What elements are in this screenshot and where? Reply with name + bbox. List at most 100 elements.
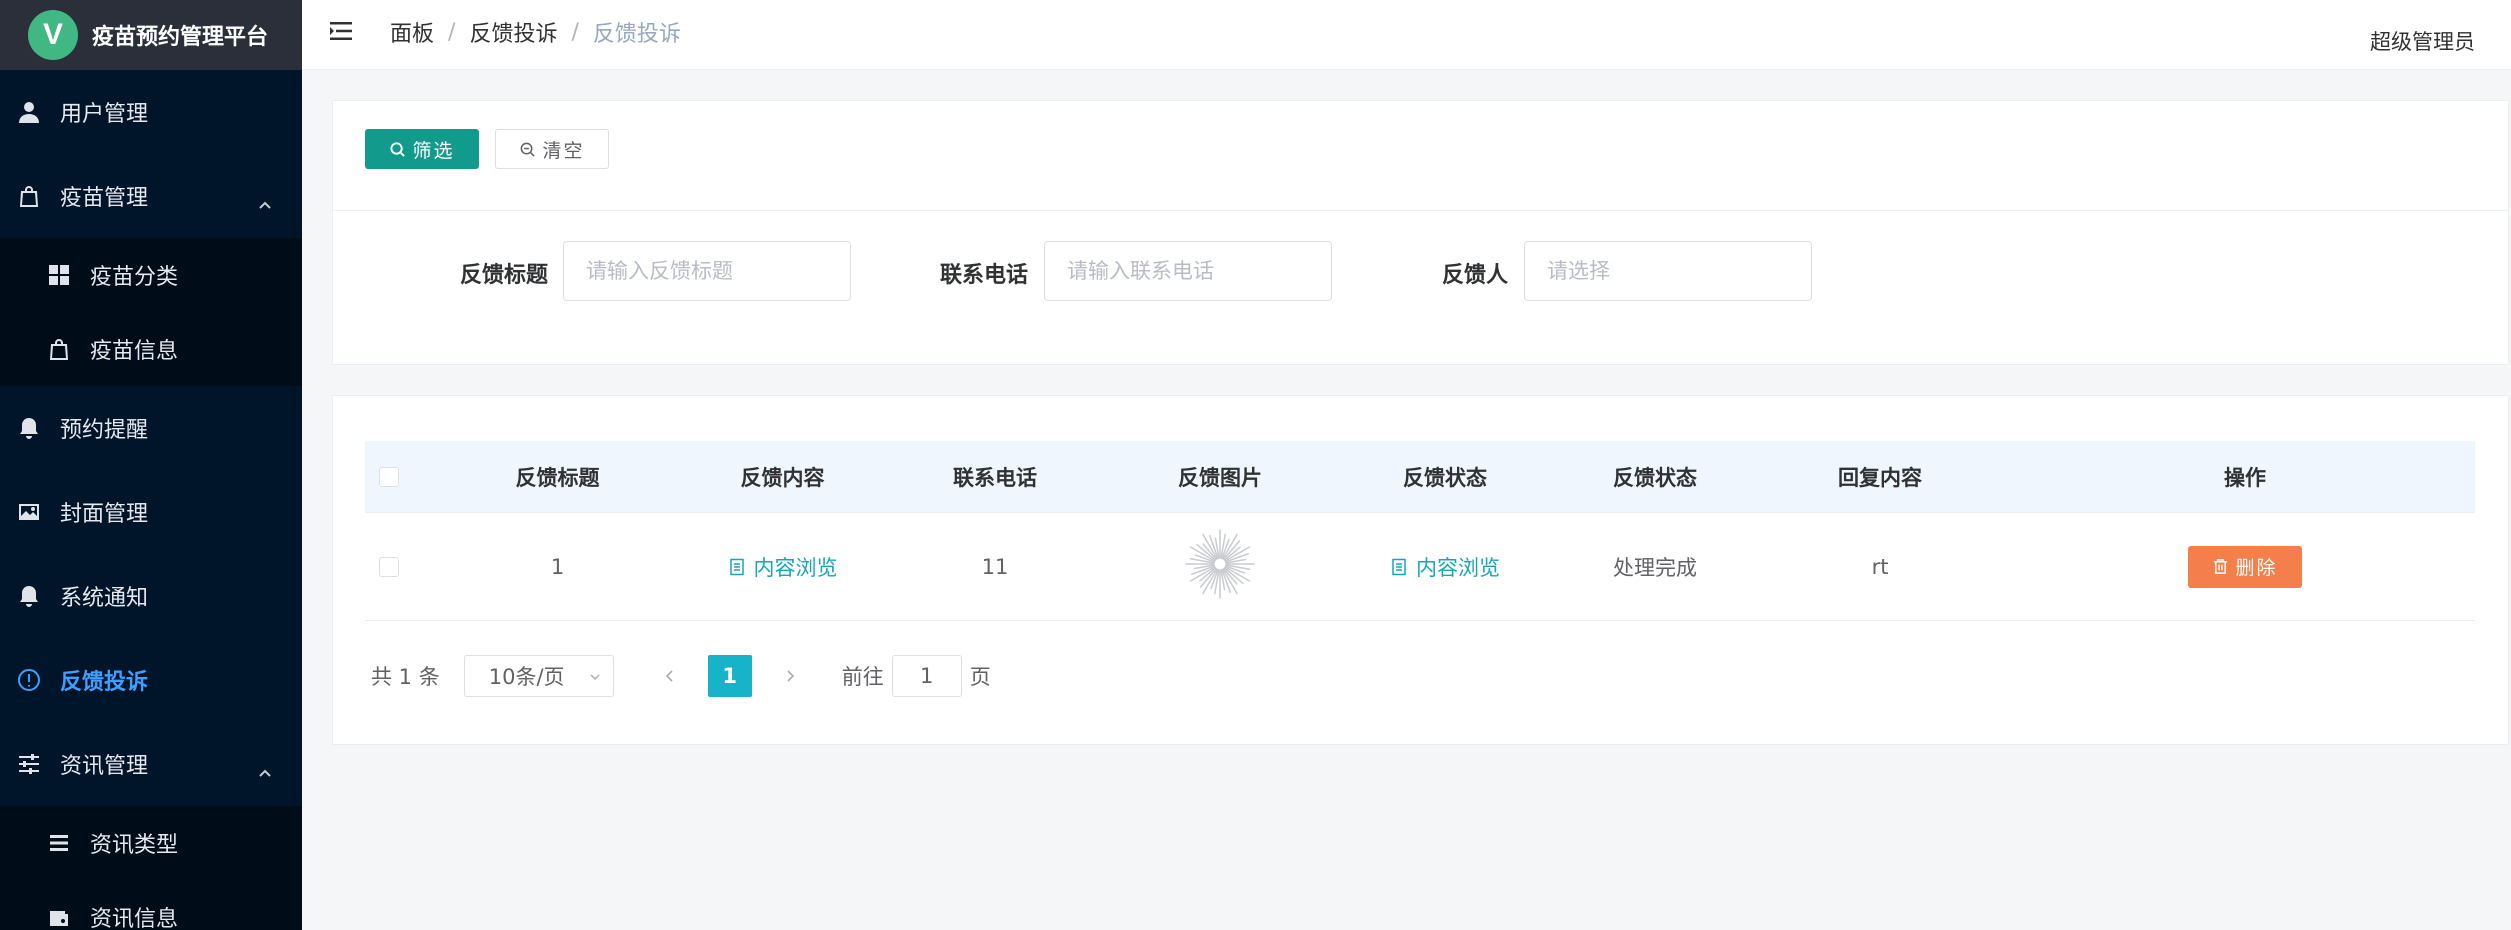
list-icon (46, 830, 72, 856)
cell-content: 内容浏览 (690, 513, 875, 620)
select-all-checkbox[interactable] (379, 466, 399, 487)
sidebar-item-system-notice[interactable]: 系统通知 (0, 554, 302, 638)
row-checkbox-cell (365, 513, 425, 620)
sidebar-item-label: 资讯管理 (60, 754, 149, 779)
cell-phone: 11 (981, 554, 1009, 579)
breadcrumb-separator: / (448, 19, 456, 45)
picture-icon (16, 499, 42, 525)
sidebar-item-label: 疫苗分类 (90, 265, 179, 290)
breadcrumb-item-dashboard[interactable]: 面板 (390, 16, 434, 48)
filter-button-label: 筛选 (412, 140, 455, 162)
pagination: 共 1 条 10条/页 1 前往 页 (371, 654, 991, 698)
column-header: 反馈图片 (1178, 465, 1262, 490)
content-view-label: 内容浏览 (753, 555, 838, 580)
chevron-left-icon (665, 670, 673, 682)
page-number-current[interactable]: 1 (707, 655, 752, 697)
cell-operations: 删除 (2015, 513, 2475, 620)
sidebar-item-feedback[interactable]: 反馈投诉 (0, 638, 302, 722)
main-content: 筛选 清空 反馈标题 联系电话 反馈人 反馈标题 反馈内容 联系电话 (302, 70, 2511, 930)
wallet-icon (46, 904, 72, 930)
breadcrumb-item-current: 反馈投诉 (592, 22, 681, 47)
top-header: 面板 / 反馈投诉 / 反馈投诉 超级管理员 (302, 0, 2511, 70)
submenu-news: 资讯类型 资讯信息 (0, 806, 302, 930)
sidebar-item-appointment-reminder[interactable]: 预约提醒 (0, 386, 302, 470)
document-icon (729, 558, 744, 575)
table-header: 反馈标题 反馈内容 联系电话 反馈图片 反馈状态 反馈状态 回复内容 操作 (365, 441, 2475, 513)
cell-state-link: 内容浏览 (1325, 513, 1565, 620)
sidebar-item-news-info[interactable]: 资讯信息 (0, 880, 302, 930)
breadcrumb-item-feedback[interactable]: 反馈投诉 (469, 16, 557, 48)
sidebar-item-news-management[interactable]: 资讯管理 (0, 722, 302, 806)
delete-button[interactable]: 删除 (2188, 545, 2302, 588)
state-view-link[interactable]: 内容浏览 (1390, 552, 1500, 582)
bell-icon (16, 583, 42, 609)
sidebar-item-label: 疫苗管理 (60, 186, 149, 211)
sidebar-item-label: 疫苗信息 (90, 339, 179, 364)
bag-icon (16, 183, 42, 209)
column-header: 反馈状态 (1613, 465, 1697, 490)
clear-button-label: 清空 (542, 140, 585, 162)
contact-phone-input[interactable] (1044, 241, 1332, 301)
chevron-right-icon (787, 670, 794, 682)
header-checkbox-cell (365, 441, 425, 512)
pagination-total: 共 1 条 (371, 665, 440, 689)
cell-state-text: 处理完成 (1613, 555, 1697, 580)
sidebar-item-cover-management[interactable]: 封面管理 (0, 470, 302, 554)
delete-button-label: 删除 (2235, 558, 2278, 579)
user-menu[interactable]: 超级管理员 (2370, 26, 2475, 56)
sidebar-item-label: 封面管理 (60, 502, 149, 527)
column-header: 反馈标题 (515, 465, 600, 490)
filter-panel: 筛选 清空 反馈标题 联系电话 反馈人 (332, 100, 2509, 365)
goto-prefix: 前往 (841, 665, 884, 689)
trash-icon (2214, 559, 2228, 574)
cell-title: 1 (550, 554, 565, 579)
sidebar-item-label: 预约提醒 (60, 418, 149, 443)
feedback-user-select[interactable] (1524, 241, 1812, 301)
sidebar-toggle-icon[interactable] (328, 18, 354, 44)
sidebar-item-vaccine-info[interactable]: 疫苗信息 (0, 312, 302, 386)
filter-button[interactable]: 筛选 (365, 129, 479, 169)
vue-logo-icon: V (28, 10, 78, 60)
content-view-link[interactable]: 内容浏览 (728, 552, 838, 582)
app-logo[interactable]: V 疫苗预约管理平台 (0, 0, 302, 70)
chevron-up-icon (258, 761, 272, 777)
sidebar-item-label: 资讯类型 (90, 833, 179, 858)
cell-image (1115, 513, 1325, 620)
zoom-out-icon (521, 142, 536, 157)
table-row: 1 内容浏览 11 内容浏览 处理完成 rt 删除 (365, 513, 2475, 621)
goto-page-input[interactable] (891, 655, 962, 697)
filter-actions: 筛选 清空 (333, 101, 2508, 211)
row-checkbox[interactable] (379, 556, 399, 577)
breadcrumb: 面板 / 反馈投诉 / 反馈投诉 (390, 16, 681, 48)
column-header: 联系电话 (953, 465, 1037, 490)
sliders-icon (16, 751, 42, 777)
feedback-table: 反馈标题 反馈内容 联系电话 反馈图片 反馈状态 反馈状态 回复内容 操作 1 … (365, 441, 2475, 621)
sidebar-item-label: 资讯信息 (90, 907, 179, 930)
user-icon (16, 99, 42, 125)
clear-button[interactable]: 清空 (495, 129, 609, 169)
feedback-title-input[interactable] (563, 241, 851, 301)
app-title: 疫苗预约管理平台 (92, 25, 269, 50)
goto-suffix: 页 (969, 665, 991, 689)
prev-page-button[interactable] (650, 655, 690, 697)
sidebar-item-user-management[interactable]: 用户管理 (0, 70, 302, 154)
sidebar-item-vaccine-category[interactable]: 疫苗分类 (0, 238, 302, 312)
feedback-title-label: 反馈标题 (459, 263, 548, 288)
contact-phone-label: 联系电话 (939, 263, 1028, 288)
sidebar-item-news-type[interactable]: 资讯类型 (0, 806, 302, 880)
sidebar-item-label: 用户管理 (60, 102, 149, 127)
search-icon (390, 141, 406, 157)
sidebar-item-vaccine-management[interactable]: 疫苗管理 (0, 154, 302, 238)
warning-circle-icon (16, 667, 42, 693)
bag-icon (46, 336, 72, 362)
column-header: 反馈内容 (740, 465, 825, 490)
state-view-label: 内容浏览 (1416, 555, 1500, 580)
cell-reply: rt (1871, 554, 1889, 579)
chevron-down-icon (590, 674, 600, 681)
next-page-button[interactable] (770, 655, 810, 697)
page-size-select[interactable]: 10条/页 (463, 655, 614, 697)
breadcrumb-separator: / (571, 19, 579, 45)
table-panel: 反馈标题 反馈内容 联系电话 反馈图片 反馈状态 反馈状态 回复内容 操作 1 … (332, 395, 2509, 745)
bell-icon (16, 415, 42, 441)
chevron-up-icon (258, 193, 272, 209)
